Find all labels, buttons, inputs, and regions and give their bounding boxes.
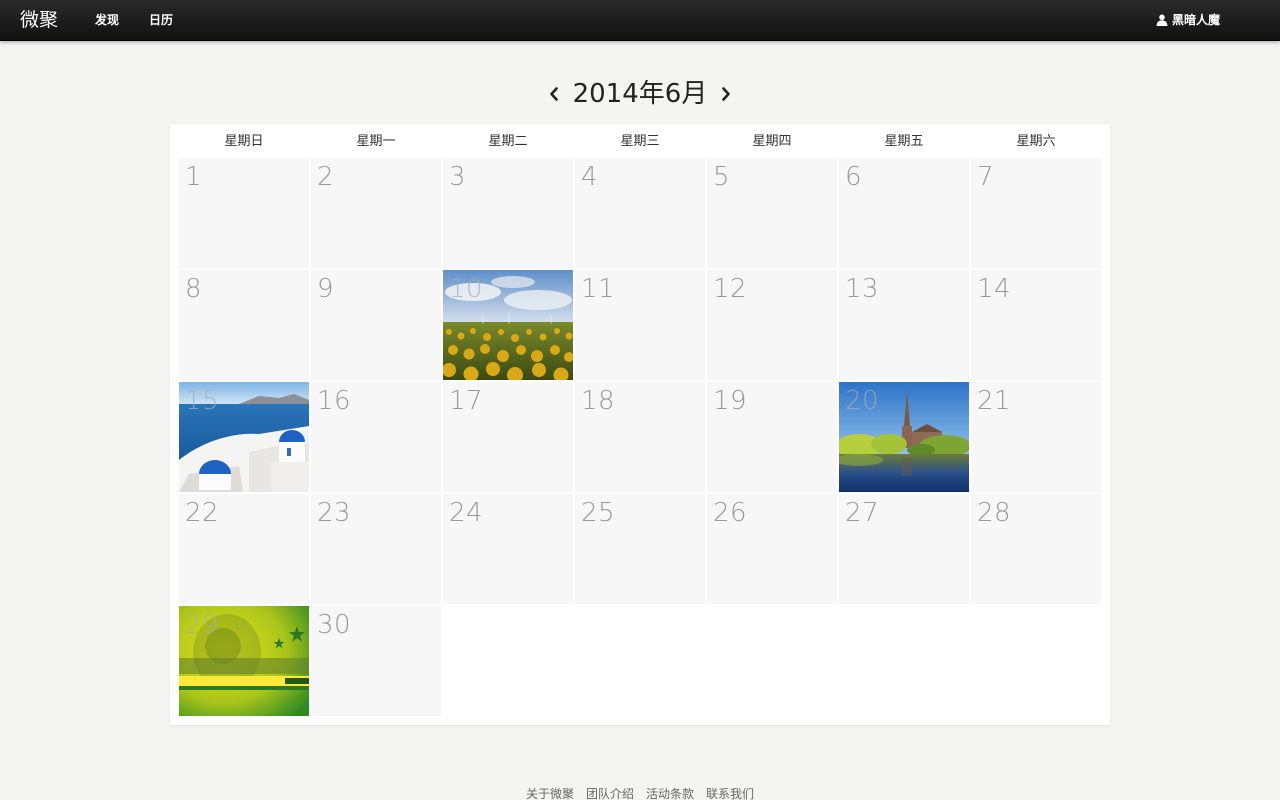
footer-link-about[interactable]: 关于微聚 (526, 786, 574, 800)
day-number: 19 (713, 386, 748, 416)
day-number: 3 (449, 162, 467, 192)
day-number: 2 (317, 162, 335, 192)
day-cell[interactable]: 19 (707, 382, 837, 492)
day-cell-with-photo[interactable]: 20 (839, 382, 969, 492)
day-cell[interactable]: 28 (971, 494, 1101, 604)
day-cell[interactable]: 22 (179, 494, 309, 604)
day-number: 6 (845, 162, 863, 192)
day-number: 28 (977, 498, 1012, 528)
day-cell[interactable]: 23 (311, 494, 441, 604)
day-cell-with-photo[interactable]: 15 (179, 382, 309, 492)
day-number: 1 (185, 162, 203, 192)
prev-month-button[interactable] (545, 82, 563, 106)
next-month-button[interactable] (717, 82, 735, 106)
day-cell[interactable]: 25 (575, 494, 705, 604)
day-number: 14 (977, 274, 1012, 304)
weekday-label: 星期六 (1016, 134, 1056, 149)
footer-link-contact[interactable]: 联系我们 (706, 786, 754, 800)
nav-discover[interactable]: 发现 (95, 12, 119, 28)
weekday-label: 星期日 (224, 134, 264, 149)
top-navbar: 微聚 发现 日历 黑暗人魔 (0, 0, 1280, 41)
chevron-right-icon (722, 87, 731, 101)
day-number: 21 (977, 386, 1012, 416)
day-cell[interactable]: 12 (707, 270, 837, 380)
day-cell[interactable]: 11 (575, 270, 705, 380)
day-cell[interactable]: 14 (971, 270, 1101, 380)
day-cell[interactable]: 21 (971, 382, 1101, 492)
day-number: 4 (581, 162, 599, 192)
day-cell[interactable]: 8 (179, 270, 309, 380)
calendar-grid: 星期日 星期一 星期二 星期三 星期四 星期五 星期六 1 2 3 4 5 6 … (170, 124, 1110, 725)
day-number: 17 (449, 386, 484, 416)
day-number: 18 (581, 386, 616, 416)
day-cell[interactable]: 27 (839, 494, 969, 604)
day-cell[interactable]: 24 (443, 494, 573, 604)
brand-logo[interactable]: 微聚 (20, 8, 58, 32)
day-number: 10 (449, 274, 484, 304)
user-icon (1156, 14, 1168, 26)
day-cell[interactable]: 3 (443, 158, 573, 268)
footer: 关于微聚 团队介绍 活动条款 联系我们 (0, 786, 1280, 800)
footer-link-terms[interactable]: 活动条款 (646, 786, 694, 800)
day-cell[interactable]: 26 (707, 494, 837, 604)
day-cell[interactable]: 5 (707, 158, 837, 268)
day-cell[interactable]: 30 (311, 606, 441, 716)
month-header: 2014年6月 (0, 74, 1280, 114)
day-cell-with-photo[interactable]: 29 (179, 606, 309, 716)
day-number: 29 (185, 610, 220, 640)
day-cell[interactable]: 18 (575, 382, 705, 492)
weekday-header: 星期日 星期一 星期二 星期三 星期四 星期五 星期六 (179, 132, 1101, 152)
day-cell[interactable]: 1 (179, 158, 309, 268)
day-cell[interactable]: 4 (575, 158, 705, 268)
weekday-label: 星期四 (752, 134, 792, 149)
day-number: 24 (449, 498, 484, 528)
day-cell[interactable]: 17 (443, 382, 573, 492)
day-cell[interactable]: 9 (311, 270, 441, 380)
day-number: 15 (185, 386, 220, 416)
month-title: 2014年6月 (572, 79, 708, 109)
day-number: 20 (845, 386, 880, 416)
day-cell[interactable]: 2 (311, 158, 441, 268)
day-number: 26 (713, 498, 748, 528)
day-number: 30 (317, 610, 352, 640)
day-number: 9 (317, 274, 335, 304)
weekday-label: 星期三 (620, 134, 660, 149)
chevron-left-icon (549, 87, 558, 101)
day-number: 13 (845, 274, 880, 304)
user-menu[interactable]: 黑暗人魔 (1156, 12, 1220, 28)
day-cell[interactable]: 16 (311, 382, 441, 492)
day-cell[interactable]: 13 (839, 270, 969, 380)
day-cell[interactable]: 7 (971, 158, 1101, 268)
weekday-label: 星期一 (356, 134, 396, 149)
day-number: 5 (713, 162, 731, 192)
day-cell[interactable]: 6 (839, 158, 969, 268)
day-number: 22 (185, 498, 220, 528)
day-number: 11 (581, 274, 616, 304)
day-cell-with-photo[interactable]: 10 (443, 270, 573, 380)
day-number: 27 (845, 498, 880, 528)
weekday-label: 星期二 (488, 134, 528, 149)
user-name: 黑暗人魔 (1171, 13, 1220, 27)
day-number: 23 (317, 498, 352, 528)
day-number: 8 (185, 274, 203, 304)
day-number: 12 (713, 274, 748, 304)
footer-link-team[interactable]: 团队介绍 (586, 786, 634, 800)
day-number: 25 (581, 498, 616, 528)
day-number: 16 (317, 386, 352, 416)
weekday-label: 星期五 (884, 134, 924, 149)
day-number: 7 (977, 162, 995, 192)
nav-calendar[interactable]: 日历 (149, 12, 173, 28)
